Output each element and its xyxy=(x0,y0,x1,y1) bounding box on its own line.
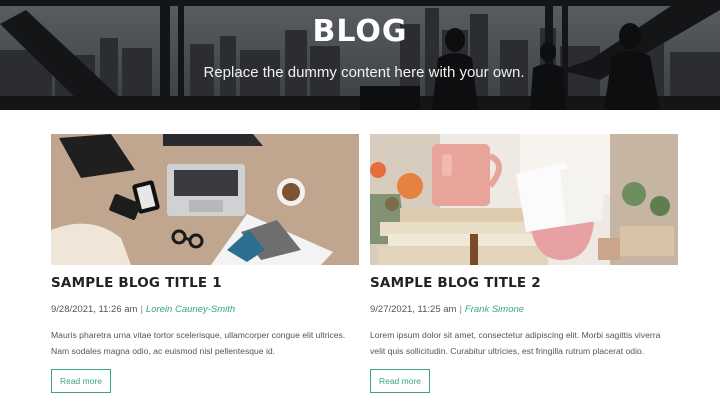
books-mug-photo-icon xyxy=(370,134,678,265)
post-title[interactable]: SAMPLE BLOG TITLE 2 xyxy=(370,275,678,295)
read-more-button[interactable]: Read more xyxy=(51,369,111,393)
post-excerpt: Lorem ipsum dolor sit amet, consectetur … xyxy=(370,330,661,356)
read-more-button[interactable]: Read more xyxy=(370,369,430,393)
post-thumbnail[interactable] xyxy=(370,134,678,265)
page-title: BLOG xyxy=(312,14,408,49)
post-title[interactable]: SAMPLE BLOG TITLE 1 xyxy=(51,275,359,295)
post-excerpt: Mauris pharetra urna vitae tortor sceler… xyxy=(51,330,346,356)
meta-separator: | xyxy=(459,304,462,315)
post-author-link[interactable]: Frank Simone xyxy=(465,304,524,315)
blog-post-card: SAMPLE BLOG TITLE 2 9/27/2021, 11:25 am |… xyxy=(370,134,678,393)
blog-post-card: SAMPLE BLOG TITLE 1 9/28/2021, 11:26 am |… xyxy=(51,134,359,393)
page-subtitle: Replace the dummy content here with your… xyxy=(203,64,525,81)
post-date: 9/27/2021, 11:25 am xyxy=(370,304,457,315)
post-thumbnail[interactable] xyxy=(51,134,359,265)
post-meta: 9/28/2021, 11:26 am | Lorein Cauney-Smith xyxy=(51,303,359,317)
post-author-link[interactable]: Lorein Cauney-Smith xyxy=(146,304,235,315)
post-date: 9/28/2021, 11:26 am xyxy=(51,304,138,315)
hero-banner: BLOG Replace the dummy content here with… xyxy=(0,0,720,110)
meta-separator: | xyxy=(140,304,143,315)
post-meta: 9/27/2021, 11:25 am | Frank Simone xyxy=(370,303,678,317)
laptop-desk-photo-icon xyxy=(51,134,359,265)
